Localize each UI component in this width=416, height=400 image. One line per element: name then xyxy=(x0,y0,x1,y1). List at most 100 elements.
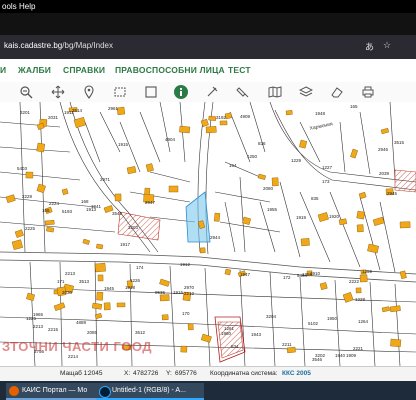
building-footprint xyxy=(224,112,233,120)
translate-icon[interactable]: あ xyxy=(365,40,374,53)
plot-number: 172 xyxy=(283,275,291,280)
plot-number: 2213 xyxy=(65,271,76,276)
print-icon[interactable] xyxy=(361,85,375,99)
building-footprint xyxy=(116,106,126,116)
location-pin-icon[interactable] xyxy=(82,85,96,99)
layers-icon[interactable] xyxy=(298,85,314,99)
rectangle-select-icon[interactable] xyxy=(113,85,127,99)
building-footprint xyxy=(355,287,362,294)
building-footprint xyxy=(372,216,385,226)
menu-tools[interactable]: ools xyxy=(2,0,17,13)
photoshop-icon xyxy=(99,386,111,398)
building-footprint xyxy=(205,126,217,134)
plot-number: 1227 xyxy=(322,165,333,170)
plot-number: 834 xyxy=(231,344,239,349)
browser-tab-strip xyxy=(0,13,416,35)
plot-number: 1916 xyxy=(173,290,184,295)
selected-parcel[interactable] xyxy=(185,191,211,243)
building-footprint xyxy=(390,338,402,348)
plot-number: 168 xyxy=(81,199,89,204)
nav-item-test[interactable]: ТЕСТ xyxy=(228,65,251,75)
building-footprint xyxy=(219,120,228,126)
plot-number: 1947 xyxy=(240,272,251,277)
building-footprint xyxy=(356,224,364,233)
plot-number: 2030 xyxy=(62,290,73,295)
square-select-icon[interactable] xyxy=(144,85,158,99)
building-footprint xyxy=(317,212,329,222)
plot-number: 1909 xyxy=(346,353,357,358)
plot-number: 1955 xyxy=(267,207,278,212)
menu-help[interactable]: Help xyxy=(19,0,35,13)
map-canvas[interactable]: 1912191319111910190919151916191719181919… xyxy=(0,102,416,366)
plot-number: 1945 xyxy=(104,286,115,291)
plot-number: 1941 xyxy=(91,204,102,209)
taskbar-item-browser[interactable]: КАИС Портал — Мо xyxy=(6,383,108,400)
plot-number: 2944 xyxy=(210,235,221,240)
nav-item-licensed-persons[interactable]: ПРАВОСПОСОБНИ ЛИЦА xyxy=(115,65,225,75)
pin-tool-icon[interactable] xyxy=(205,85,219,99)
map-icon[interactable] xyxy=(268,85,282,99)
building-footprint xyxy=(145,163,154,173)
building-footprint xyxy=(116,302,126,308)
plot-number: 166 xyxy=(42,208,50,213)
building-footprint xyxy=(300,238,310,247)
coordinate-system-value[interactable]: ККС 2005 xyxy=(282,367,311,381)
building-footprint xyxy=(82,238,90,245)
plot-number: 2214 xyxy=(68,354,79,359)
building-footprint xyxy=(161,314,169,321)
pan-icon[interactable] xyxy=(51,85,65,99)
coordinate-system-label: Координатна система: xyxy=(210,370,278,377)
building-footprint xyxy=(103,302,111,311)
building-footprint xyxy=(359,274,368,283)
plot-number: 171 xyxy=(57,279,65,284)
building-footprint xyxy=(36,183,46,194)
building-footprint xyxy=(26,292,35,301)
plot-number: 2080 xyxy=(263,186,274,191)
plot-number: 170 xyxy=(182,311,190,316)
plot-number: 174 xyxy=(136,265,144,270)
plot-number: 3546 xyxy=(312,357,323,362)
erase-icon[interactable] xyxy=(330,85,344,99)
plot-number: 5102 xyxy=(308,321,319,326)
plot-number: 2031 xyxy=(48,115,59,120)
plot-number: 2215 xyxy=(48,327,59,332)
plot-number: 1940 xyxy=(335,353,346,358)
building-footprint xyxy=(36,122,45,130)
zoom-out-icon[interactable] xyxy=(19,85,33,99)
plot-number: 2961 xyxy=(108,106,119,111)
nav-item-partial[interactable]: И xyxy=(0,65,6,75)
plot-number: 4904 xyxy=(165,137,176,142)
plot-number: 1918 xyxy=(125,285,136,290)
plot-number: 1250 xyxy=(247,154,258,159)
building-footprint xyxy=(46,226,55,233)
info-icon[interactable] xyxy=(174,85,188,99)
plot-number: 2947 xyxy=(145,200,156,205)
plot-number: 1225 xyxy=(26,316,37,321)
scale-label: Мащаб 1: xyxy=(60,370,90,377)
nav-item-complaints[interactable]: ЖАЛБИ xyxy=(18,65,51,75)
hatched-area xyxy=(117,211,161,241)
taskbar-item-photoshop[interactable]: Untitled-1 (RGB/8) - A... xyxy=(96,383,204,400)
bookmark-star-icon[interactable]: ☆ xyxy=(383,40,391,51)
building-footprint xyxy=(168,185,179,193)
os-menubar: ools Help xyxy=(0,0,416,13)
plot-number: 2945 xyxy=(387,191,398,196)
building-footprint xyxy=(271,177,279,187)
building-footprint xyxy=(25,171,34,179)
address-bar[interactable]: kais.cadastre.bg/bg/Map/Index あ ☆ xyxy=(0,35,416,59)
building-footprint xyxy=(11,239,24,250)
plot-number: 3513 xyxy=(79,279,90,284)
plot-number: 5193 xyxy=(62,209,73,214)
paint-icon[interactable] xyxy=(236,85,250,99)
plot-number: 173 xyxy=(322,179,330,184)
cadastral-map[interactable]: 1912 1913 1911 1910 1909 1915 1916 1917 1918 1919… xyxy=(0,102,416,366)
plot-number: 1264 xyxy=(358,319,369,324)
map-watermark: ЗТОЧНИ ЧАСТИ ГООД xyxy=(2,339,153,354)
building-footprint xyxy=(96,291,104,301)
map-toolbar xyxy=(0,82,416,103)
plot-number: 2085 xyxy=(87,330,98,335)
url-text[interactable]: kais.cadastre.bg/bg/Map/Index xyxy=(4,41,113,50)
building-footprint xyxy=(358,191,367,200)
building-footprint xyxy=(159,278,170,287)
nav-item-references[interactable]: СПРАВКИ xyxy=(63,65,105,75)
